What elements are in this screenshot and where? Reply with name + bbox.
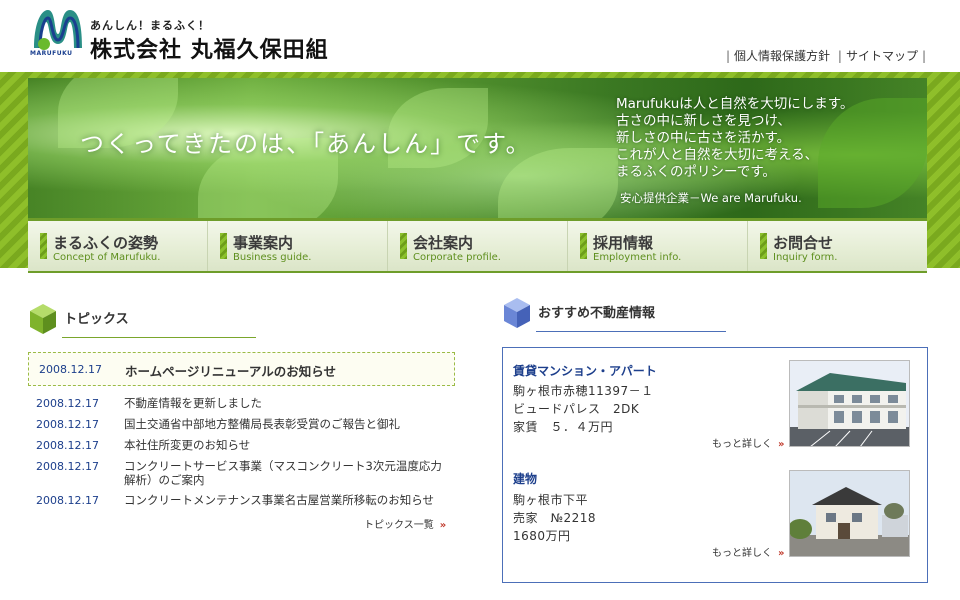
realestate-box: 賃貸マンション・アパート 駒ヶ根市赤穂11397－１ ビュードパレス 2DK 家… — [502, 347, 928, 583]
double-chevron-right-icon: » — [778, 439, 785, 450]
listing-more-link[interactable]: もっと詳しく » — [712, 544, 784, 559]
topic-title: 不動産情報を更新しました — [124, 396, 262, 410]
nav-label-en: Business guide. — [233, 252, 312, 263]
top-links: | 個人情報保護方針 | サイトマップ | — [722, 47, 930, 64]
site-header: MARUFUKU あんしん！まるふく！ 株式会社 丸福久保田組 | 個人情報保護方… — [0, 0, 960, 72]
double-chevron-right-icon: » — [778, 548, 785, 559]
hero-copy-line: 新しさの中に古さを活かす。 — [616, 130, 791, 146]
more-link-label: もっと詳しく — [712, 548, 772, 559]
listing-line: 家賃 ５．４万円 — [513, 420, 614, 434]
company-logo[interactable]: MARUFUKU あんしん！まるふく！ 株式会社 丸福久保田組 — [30, 4, 340, 64]
hero-subline: 安心提供企業－We are Marufuku. — [620, 191, 802, 205]
hero-copy-line: Marufukuは人と自然を大切にします。 — [616, 96, 854, 112]
topic-date: 2008.12.17 — [36, 439, 99, 452]
nav-item-business[interactable]: 事業案内 Business guide. — [208, 221, 388, 271]
nav-bar-icon — [760, 233, 767, 259]
separator: | — [921, 49, 926, 63]
green-cube-icon — [30, 304, 56, 334]
more-link-label: トピックス一覧 — [364, 520, 434, 531]
topic-item[interactable]: 2008.12.17 本社住所変更のお知らせ — [36, 438, 456, 453]
topic-date: 2008.12.17 — [39, 363, 102, 376]
topics-more-link[interactable]: トピックス一覧 » — [364, 516, 446, 531]
nav-bar-icon — [220, 233, 227, 259]
nav-item-corporate[interactable]: 会社案内 Corporate profile. — [388, 221, 568, 271]
nav-item-concept[interactable]: まるふくの姿勢 Concept of Marufuku. — [28, 221, 208, 271]
separator: | — [837, 49, 842, 63]
listing-line: 売家 №2218 — [513, 511, 597, 525]
topic-title: 本社住所変更のお知らせ — [124, 438, 251, 452]
nav-label-en: Corporate profile. — [413, 252, 501, 263]
listing-line: 駒ヶ根市下平 — [513, 493, 589, 507]
topic-item[interactable]: 2008.12.17 国土交通省中部地方整備局長表彰受賞のご報告と御礼 — [36, 417, 456, 432]
nav-label-jp: まるふくの姿勢 — [53, 234, 159, 252]
logo-tagline: あんしん！まるふく！ — [90, 19, 210, 32]
topic-date: 2008.12.17 — [36, 494, 99, 507]
nav-label-en: Concept of Marufuku. — [53, 252, 161, 263]
more-link-label: もっと詳しく — [712, 439, 772, 450]
hero-copy: Marufukuは人と自然を大切にします。 古さの中に新しさを見つけ、 新しさの… — [616, 96, 853, 181]
logo-small-text: MARUFUKU — [30, 50, 73, 57]
house-image — [790, 471, 909, 556]
heading-underline — [62, 337, 256, 338]
nav-bar-icon — [400, 233, 407, 259]
topic-date: 2008.12.17 — [36, 397, 99, 410]
topics-title: トピックス — [64, 312, 129, 327]
apartment-building-image — [790, 361, 909, 446]
topic-title: 国土交通省中部地方整備局長表彰受賞のご報告と御礼 — [124, 417, 400, 431]
topics-list: 2008.12.17 不動産情報を更新しました 2008.12.17 国土交通省中部… — [36, 396, 456, 514]
logo-company-name: 株式会社 丸福久保田組 — [90, 38, 329, 63]
nav-bar-icon — [40, 233, 47, 259]
nav-label-jp: 採用情報 — [593, 234, 654, 252]
listing-line: 1680万円 — [513, 529, 571, 543]
hero-copy-line: これが人と自然を大切に考える、 — [616, 147, 819, 163]
hero-copy-line: まるふくのポリシーです。 — [616, 164, 776, 180]
listing-category[interactable]: 賃貸マンション・アパート — [513, 362, 657, 379]
nav-item-employment[interactable]: 採用情報 Employment info. — [568, 221, 748, 271]
topics-heading: トピックス — [28, 302, 256, 338]
separator: | — [726, 49, 731, 63]
double-chevron-right-icon: » — [439, 520, 447, 531]
listing-photo-house[interactable] — [789, 470, 910, 557]
nav-bar-icon — [580, 233, 587, 259]
blue-cube-icon — [504, 298, 530, 328]
topic-date: 2008.12.17 — [36, 460, 99, 473]
nav-item-inquiry[interactable]: お問合せ Inquiry form. — [748, 221, 927, 271]
nav-label-jp: お問合せ — [773, 234, 834, 252]
topic-title: コンクリートサービス事業（マスコンクリート3次元温度応力解析）のご案内 — [124, 459, 442, 487]
featured-topic[interactable]: 2008.12.17 ホームページリニューアルのお知らせ — [28, 352, 455, 386]
privacy-policy-link[interactable]: 個人情報保護方針 — [734, 49, 830, 63]
listing-line: 駒ヶ根市赤穂11397－１ — [513, 384, 654, 398]
hero-copy-line: 古さの中に新しさを見つけ、 — [616, 113, 791, 129]
topic-item[interactable]: 2008.12.17 コンクリートメンテナンス事業名古屋営業所移転のお知らせ — [36, 493, 456, 508]
listing-line: ビュードパレス 2DK — [513, 402, 640, 416]
realestate-title: おすすめ不動産情報 — [538, 306, 656, 321]
topic-title: ホームページリニューアルのお知らせ — [125, 364, 337, 379]
nav-label-en: Inquiry form. — [773, 252, 838, 263]
topic-item[interactable]: 2008.12.17 コンクリートサービス事業（マスコンクリート3次元温度応力解析… — [36, 459, 456, 487]
sitemap-link[interactable]: サイトマップ — [846, 49, 918, 63]
topic-item[interactable]: 2008.12.17 不動産情報を更新しました — [36, 396, 456, 411]
nav-label-jp: 会社案内 — [413, 234, 474, 252]
realestate-heading: おすすめ不動産情報 — [502, 296, 728, 332]
nav-label-jp: 事業案内 — [233, 234, 294, 252]
heading-underline — [536, 331, 726, 332]
listing-photo-apartment[interactable] — [789, 360, 910, 447]
hero-banner: つくってきたのは、「あんしん」です。 Marufukuは人と自然を大切にします。… — [28, 78, 927, 218]
listing-more-link[interactable]: もっと詳しく » — [712, 435, 784, 450]
listing-category[interactable]: 建物 — [513, 470, 537, 487]
topic-title: コンクリートメンテナンス事業名古屋営業所移転のお知らせ — [124, 493, 435, 507]
topic-date: 2008.12.17 — [36, 418, 99, 431]
hero-catchphrase: つくってきたのは、「あんしん」です。 — [80, 130, 532, 158]
global-nav: まるふくの姿勢 Concept of Marufuku. 事業案内 Busine… — [28, 218, 927, 273]
nav-label-en: Employment info. — [593, 252, 682, 263]
